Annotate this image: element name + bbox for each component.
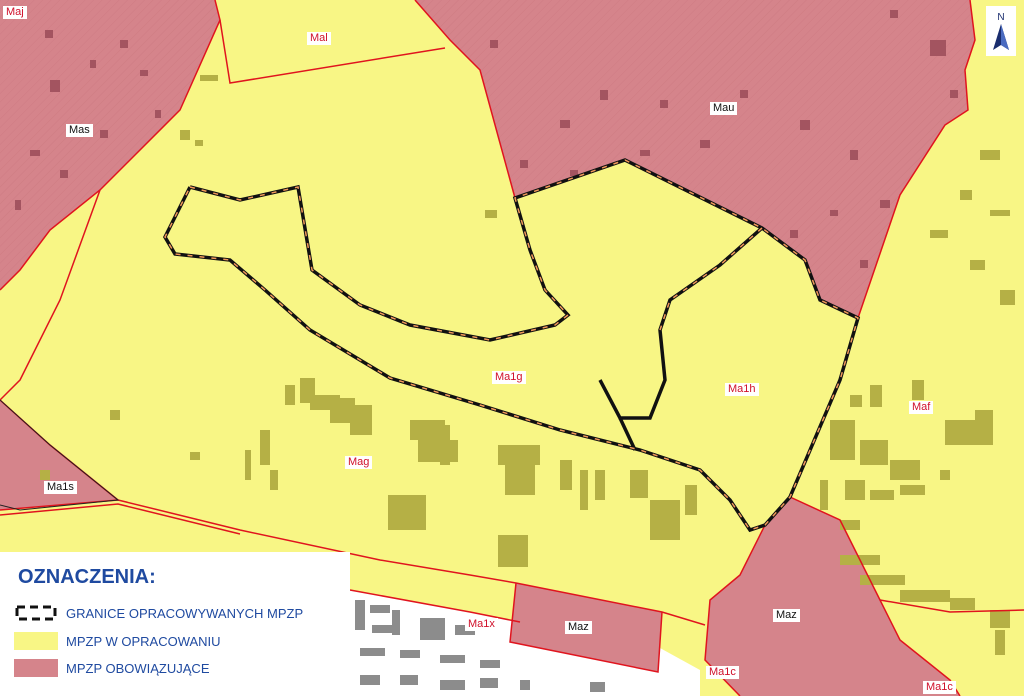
zone-label-maz-east[interactable]: Maz [773,609,800,622]
zone-label-ma1s[interactable]: Ma1s [44,481,77,494]
legend-label-boundary: GRANICE OPRACOWYWANYCH MPZP [66,605,304,621]
zone-label-ma1x[interactable]: Ma1x [465,618,498,631]
legend-label-in-progress: MPZP W OPRACOWANIU [66,633,221,649]
north-arrow-icon: N [986,6,1016,56]
zone-label-ma1c-center[interactable]: Ma1c [706,666,739,679]
zone-label-mag[interactable]: Mag [345,456,373,469]
legend-title: OZNACZENIA: [18,566,156,588]
zone-label-ma1g[interactable]: Ma1g [492,371,526,384]
zone-label-maz-west[interactable]: Maz [565,621,592,634]
zone-label-ma1h[interactable]: Ma1h [725,383,759,396]
dashed-boundary-icon [15,605,57,621]
zone-label-mas[interactable]: Mas [66,124,93,137]
zone-label-mal[interactable]: Mal [307,32,331,45]
zone-label-maj[interactable]: Maj [3,6,27,19]
north-letter: N [997,12,1004,23]
zone-label-mau[interactable]: Mau [710,102,738,115]
legend-swatch-pink [14,659,58,677]
legend-label-in-force: MPZP OBOWIĄZUJĄCE [66,660,210,676]
legend-item-in-progress: MPZP W OPRACOWANIU [14,630,221,652]
zone-label-maf[interactable]: Maf [909,401,934,414]
legend-item-boundary: GRANICE OPRACOWYWANYCH MPZP [14,602,303,624]
zone-label-ma1c-east[interactable]: Ma1c [923,681,956,694]
legend-panel: OZNACZENIA: GRANICE OPRACOWYWANYCH MPZP … [0,552,350,696]
legend-item-in-force: MPZP OBOWIĄZUJĄCE [14,657,210,679]
legend-swatch-yellow [14,632,58,650]
